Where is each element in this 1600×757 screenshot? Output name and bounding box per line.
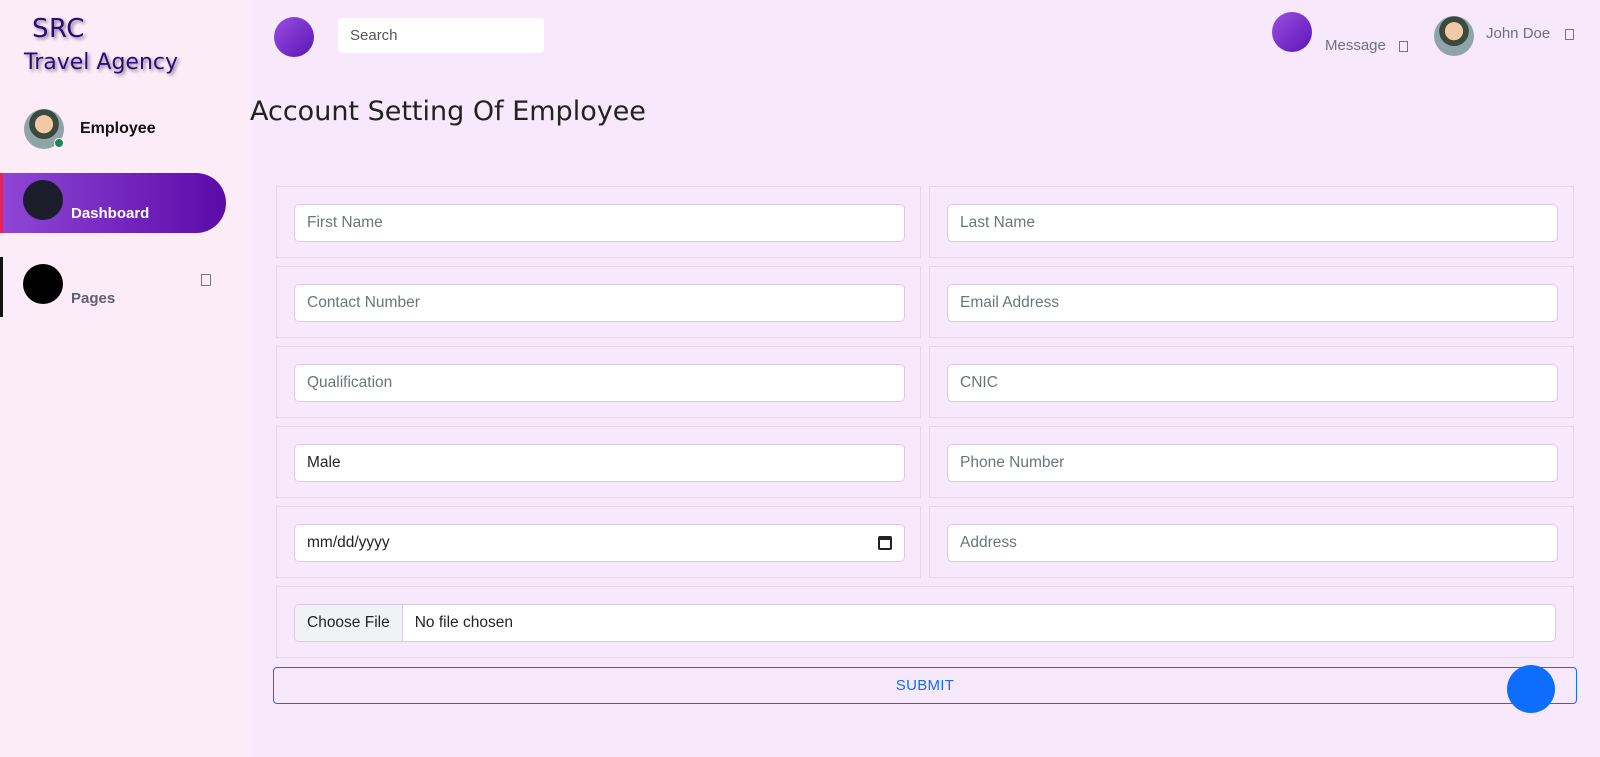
form-cell bbox=[929, 506, 1574, 578]
online-status-indicator bbox=[54, 138, 64, 148]
email-field[interactable] bbox=[947, 284, 1558, 322]
brand-logo[interactable]: SRC Travel Agency bbox=[24, 14, 234, 75]
form-cell: mm/dd/yyyy bbox=[276, 506, 921, 578]
pages-icon bbox=[23, 264, 63, 304]
file-status-text: No file chosen bbox=[414, 614, 513, 631]
user-avatar[interactable] bbox=[1434, 16, 1474, 56]
form-cell bbox=[929, 426, 1574, 498]
sidebar-item-label: Dashboard bbox=[71, 205, 150, 222]
sidebar-profile: Employee bbox=[24, 109, 156, 149]
form-cell bbox=[276, 186, 921, 258]
message-dropdown-label[interactable]: Message bbox=[1325, 37, 1386, 54]
form-cell bbox=[276, 426, 921, 498]
first-name-field[interactable] bbox=[294, 204, 905, 242]
form-cell bbox=[929, 186, 1574, 258]
contact-number-field[interactable] bbox=[294, 284, 905, 322]
form-cell bbox=[929, 266, 1574, 338]
phone-number-field[interactable] bbox=[947, 444, 1558, 482]
calendar-icon[interactable] bbox=[878, 536, 892, 550]
sidebar-item-dashboard[interactable]: Dashboard bbox=[0, 173, 226, 233]
chevron-down-icon[interactable] bbox=[201, 274, 211, 286]
brand-title: SRC bbox=[32, 14, 85, 44]
choose-file-button[interactable]: Choose File bbox=[295, 605, 403, 641]
message-icon[interactable] bbox=[1272, 12, 1312, 52]
profile-name: Employee bbox=[80, 120, 156, 137]
gender-field[interactable] bbox=[294, 444, 905, 482]
date-of-birth-field[interactable]: mm/dd/yyyy bbox=[294, 524, 905, 562]
sidebar-item-label: Pages bbox=[71, 290, 116, 307]
chevron-down-icon[interactable] bbox=[1399, 41, 1408, 52]
dashboard-icon bbox=[23, 180, 63, 220]
menu-toggle-icon[interactable] bbox=[274, 17, 314, 57]
form-cell bbox=[276, 346, 921, 418]
chevron-down-icon[interactable] bbox=[1565, 29, 1574, 40]
cnic-field[interactable] bbox=[947, 364, 1558, 402]
profile-avatar bbox=[24, 109, 64, 149]
form-cell: Choose File No file chosen bbox=[276, 586, 1574, 658]
qualification-field[interactable] bbox=[294, 364, 905, 402]
back-to-top-button[interactable] bbox=[1507, 665, 1555, 713]
form-cell bbox=[276, 266, 921, 338]
last-name-field[interactable] bbox=[947, 204, 1558, 242]
page-title: Account Setting Of Employee bbox=[250, 96, 646, 127]
file-upload-field[interactable]: Choose File No file chosen bbox=[294, 604, 1556, 642]
address-field[interactable] bbox=[947, 524, 1558, 562]
date-placeholder: mm/dd/yyyy bbox=[307, 534, 390, 551]
user-name[interactable]: John Doe bbox=[1486, 25, 1550, 42]
sidebar-item-pages[interactable]: Pages bbox=[0, 257, 226, 317]
form-cell bbox=[929, 346, 1574, 418]
brand-subtitle: Travel Agency bbox=[24, 50, 178, 75]
search-input[interactable] bbox=[338, 18, 544, 53]
sidebar: SRC Travel Agency Employee Dashboard Pag… bbox=[0, 0, 250, 757]
submit-button[interactable]: SUBMIT bbox=[273, 667, 1577, 704]
